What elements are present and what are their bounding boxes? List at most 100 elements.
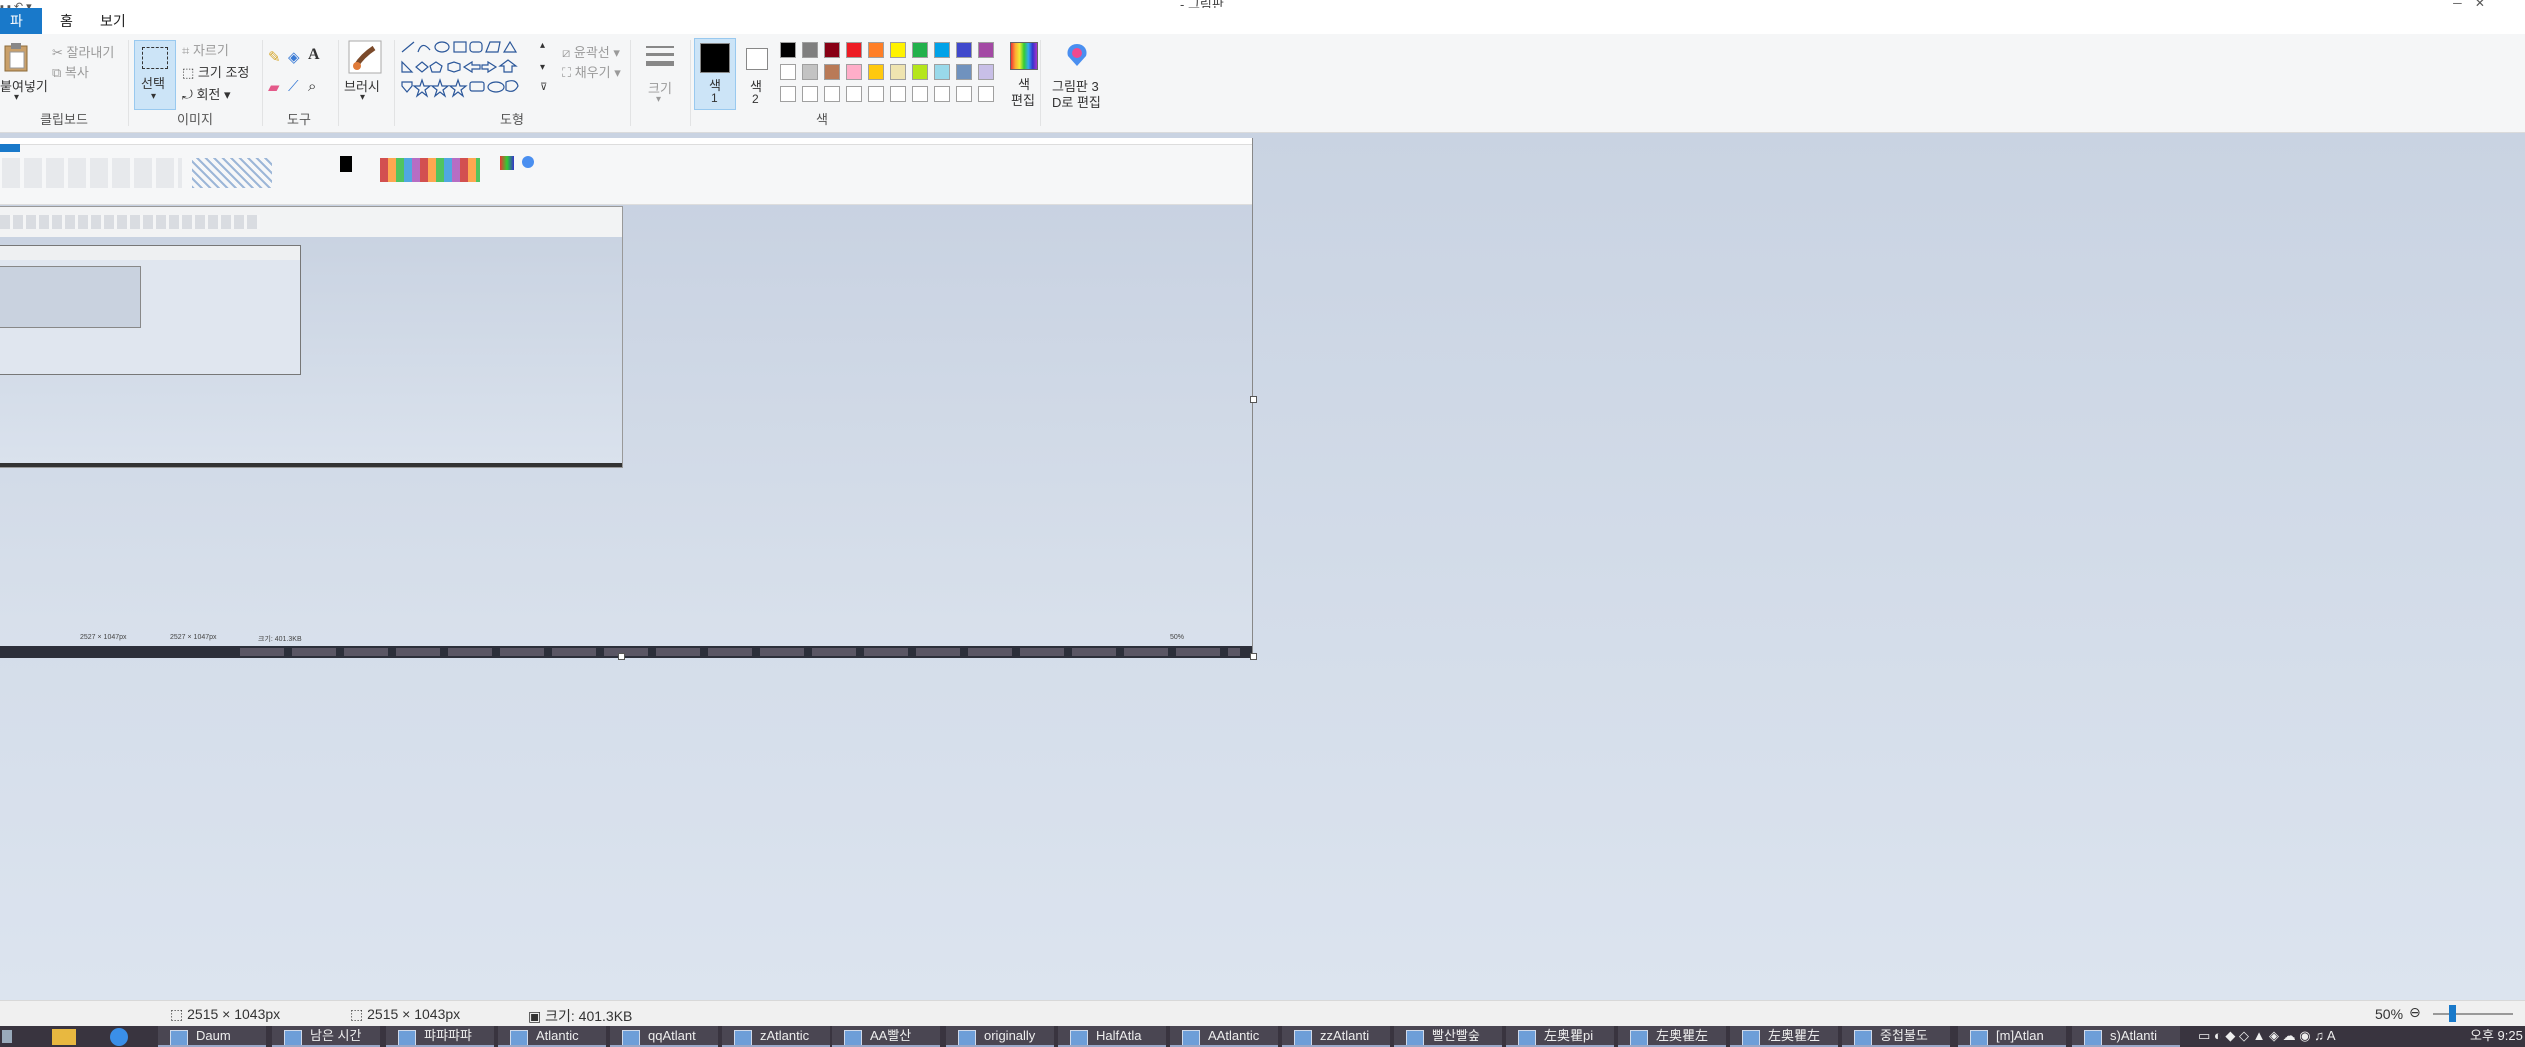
color-swatch[interactable]: [846, 64, 862, 80]
color-swatch[interactable]: [824, 86, 840, 102]
edge-icon[interactable]: [110, 1028, 128, 1046]
color-swatch[interactable]: [934, 86, 950, 102]
color-swatch[interactable]: [802, 64, 818, 80]
color-swatch[interactable]: [890, 86, 906, 102]
nested-status-size: 2527 × 1047px: [80, 634, 127, 641]
app-icon: [1854, 1030, 1872, 1045]
color-swatch[interactable]: [868, 64, 884, 80]
tab-home[interactable]: 홈: [50, 8, 83, 34]
color-swatch[interactable]: [912, 86, 928, 102]
color-swatch[interactable]: [912, 42, 928, 58]
divider: [262, 40, 263, 126]
taskbar-item[interactable]: 중첩불도: [1842, 1026, 1950, 1047]
taskbar-item[interactable]: Atlantic: [498, 1026, 606, 1047]
color-swatch[interactable]: [802, 42, 818, 58]
paste-button[interactable]: 붙여넣기: [0, 76, 48, 95]
taskbar-item[interactable]: s)Atlanti: [2072, 1026, 2180, 1047]
clipboard-group: 붙여넣기 ▾ ✂ 잘라내기 ⧉ 복사 클립보드: [0, 34, 128, 132]
resize-button[interactable]: ⬚ 크기 조정: [182, 62, 249, 81]
paint3d-icon[interactable]: [1064, 42, 1090, 68]
paste-icon[interactable]: [2, 42, 30, 72]
taskbar-item[interactable]: originally: [946, 1026, 1054, 1047]
taskbar-item[interactable]: 남은 시간: [272, 1026, 380, 1047]
shapes-scroll-down[interactable]: ▾: [540, 62, 545, 73]
zoom-out-icon[interactable]: ⊖: [2409, 1004, 2421, 1021]
clock[interactable]: 오후 9:25: [2470, 1026, 2523, 1047]
canvas-image[interactable]: 2527 × 1047px 2527 × 1047px 크기: 401.3KB …: [0, 138, 1253, 658]
taskbar-item[interactable]: HalfAtla: [1058, 1026, 1166, 1047]
color-swatch[interactable]: [890, 64, 906, 80]
text-tool-icon[interactable]: A: [308, 46, 320, 64]
eraser-icon[interactable]: ▰: [268, 78, 280, 96]
color-swatch[interactable]: [868, 42, 884, 58]
windows-start-icon[interactable]: [2, 1030, 12, 1043]
color1-button[interactable]: 색 1: [694, 38, 736, 110]
taskbar-item[interactable]: 左奥瞿左: [1730, 1026, 1838, 1047]
resize-handle-right[interactable]: [1250, 396, 1257, 403]
outline-button[interactable]: ⧄ 윤곽선 ▾: [562, 42, 620, 61]
taskbar-item[interactable]: 左奥瞿pi: [1506, 1026, 1614, 1047]
color2-button[interactable]: 색 2: [736, 38, 776, 108]
cut-button[interactable]: ✂ 잘라내기: [52, 42, 114, 61]
shapes-scroll-up[interactable]: ▴: [540, 40, 545, 51]
color-picker-icon[interactable]: ⟋: [288, 78, 299, 95]
color-swatch[interactable]: [956, 42, 972, 58]
taskbar-item[interactable]: [m]Atlan: [1958, 1026, 2066, 1047]
chevron-down-icon[interactable]: ▾: [656, 94, 661, 105]
color-swatch[interactable]: [934, 64, 950, 80]
select-button[interactable]: 선택 ▾: [134, 40, 176, 110]
paste-dropdown-icon[interactable]: ▾: [14, 92, 19, 103]
taskbar-item[interactable]: zAtlantic: [722, 1026, 830, 1047]
color-swatch[interactable]: [956, 86, 972, 102]
copy-button[interactable]: ⧉ 복사: [52, 62, 89, 81]
shapes-expand[interactable]: ⊽: [540, 82, 547, 93]
tab-view[interactable]: 보기: [90, 8, 136, 34]
shapes-gallery[interactable]: [400, 40, 550, 100]
resize-handle-bottom[interactable]: [618, 653, 625, 660]
taskbar-item[interactable]: 빨산빨숲: [1394, 1026, 1502, 1047]
app-icon: [398, 1030, 416, 1045]
tab-file[interactable]: 파일: [0, 8, 42, 55]
color-swatch[interactable]: [956, 64, 972, 80]
color-swatch[interactable]: [934, 42, 950, 58]
colors-label: 색: [816, 112, 828, 127]
color-swatch[interactable]: [802, 86, 818, 102]
fill-button[interactable]: ⛶ 채우기 ▾: [562, 62, 621, 81]
brush-icon[interactable]: [348, 40, 382, 74]
input-indicator[interactable]: A: [2327, 1028, 2336, 1043]
color-swatch[interactable]: [846, 42, 862, 58]
tray-icons[interactable]: ▭ ◐ ◆ ◇ ▲ ◈ ☁ ◉ ♫: [2198, 1028, 2327, 1043]
color-swatch[interactable]: [978, 64, 994, 80]
color-swatch[interactable]: [846, 86, 862, 102]
color-swatch[interactable]: [824, 42, 840, 58]
pencil-icon[interactable]: ✎: [268, 48, 281, 66]
taskbar-item[interactable]: qqAtlant: [610, 1026, 718, 1047]
color-swatch[interactable]: [868, 86, 884, 102]
taskbar-item[interactable]: AA빨산: [832, 1026, 940, 1047]
color-swatch[interactable]: [978, 42, 994, 58]
taskbar-item[interactable]: AAtlantic: [1170, 1026, 1278, 1047]
file-explorer-icon[interactable]: [52, 1029, 76, 1045]
taskbar-item[interactable]: zzAtlanti: [1282, 1026, 1390, 1047]
zoom-slider-track[interactable]: [2433, 1013, 2513, 1015]
edit-colors-button[interactable]: 색 편집: [1004, 40, 1040, 108]
taskbar-item[interactable]: 퍄퍄퍄퍄: [386, 1026, 494, 1047]
color-swatch[interactable]: [780, 86, 796, 102]
size-icon[interactable]: [646, 44, 674, 70]
rotate-button[interactable]: ⤾ 회전 ▾: [182, 84, 231, 103]
color-swatch[interactable]: [824, 64, 840, 80]
color-swatch[interactable]: [978, 86, 994, 102]
color-swatch[interactable]: [890, 42, 906, 58]
color-swatch[interactable]: [912, 64, 928, 80]
color-swatch[interactable]: [780, 42, 796, 58]
fill-bucket-icon[interactable]: ◈: [288, 48, 300, 66]
color-swatch[interactable]: [780, 64, 796, 80]
taskbar-item[interactable]: Daum: [158, 1026, 266, 1047]
resize-handle-corner[interactable]: [1250, 653, 1257, 660]
taskbar-item[interactable]: 左奥瞿左: [1618, 1026, 1726, 1047]
crop-button[interactable]: ⌗ 자르기: [182, 40, 229, 59]
chevron-down-icon[interactable]: ▾: [360, 92, 365, 103]
color-palette: [780, 38, 1004, 108]
magnifier-icon[interactable]: ⌕: [308, 78, 316, 95]
zoom-slider-thumb[interactable]: [2449, 1005, 2456, 1022]
